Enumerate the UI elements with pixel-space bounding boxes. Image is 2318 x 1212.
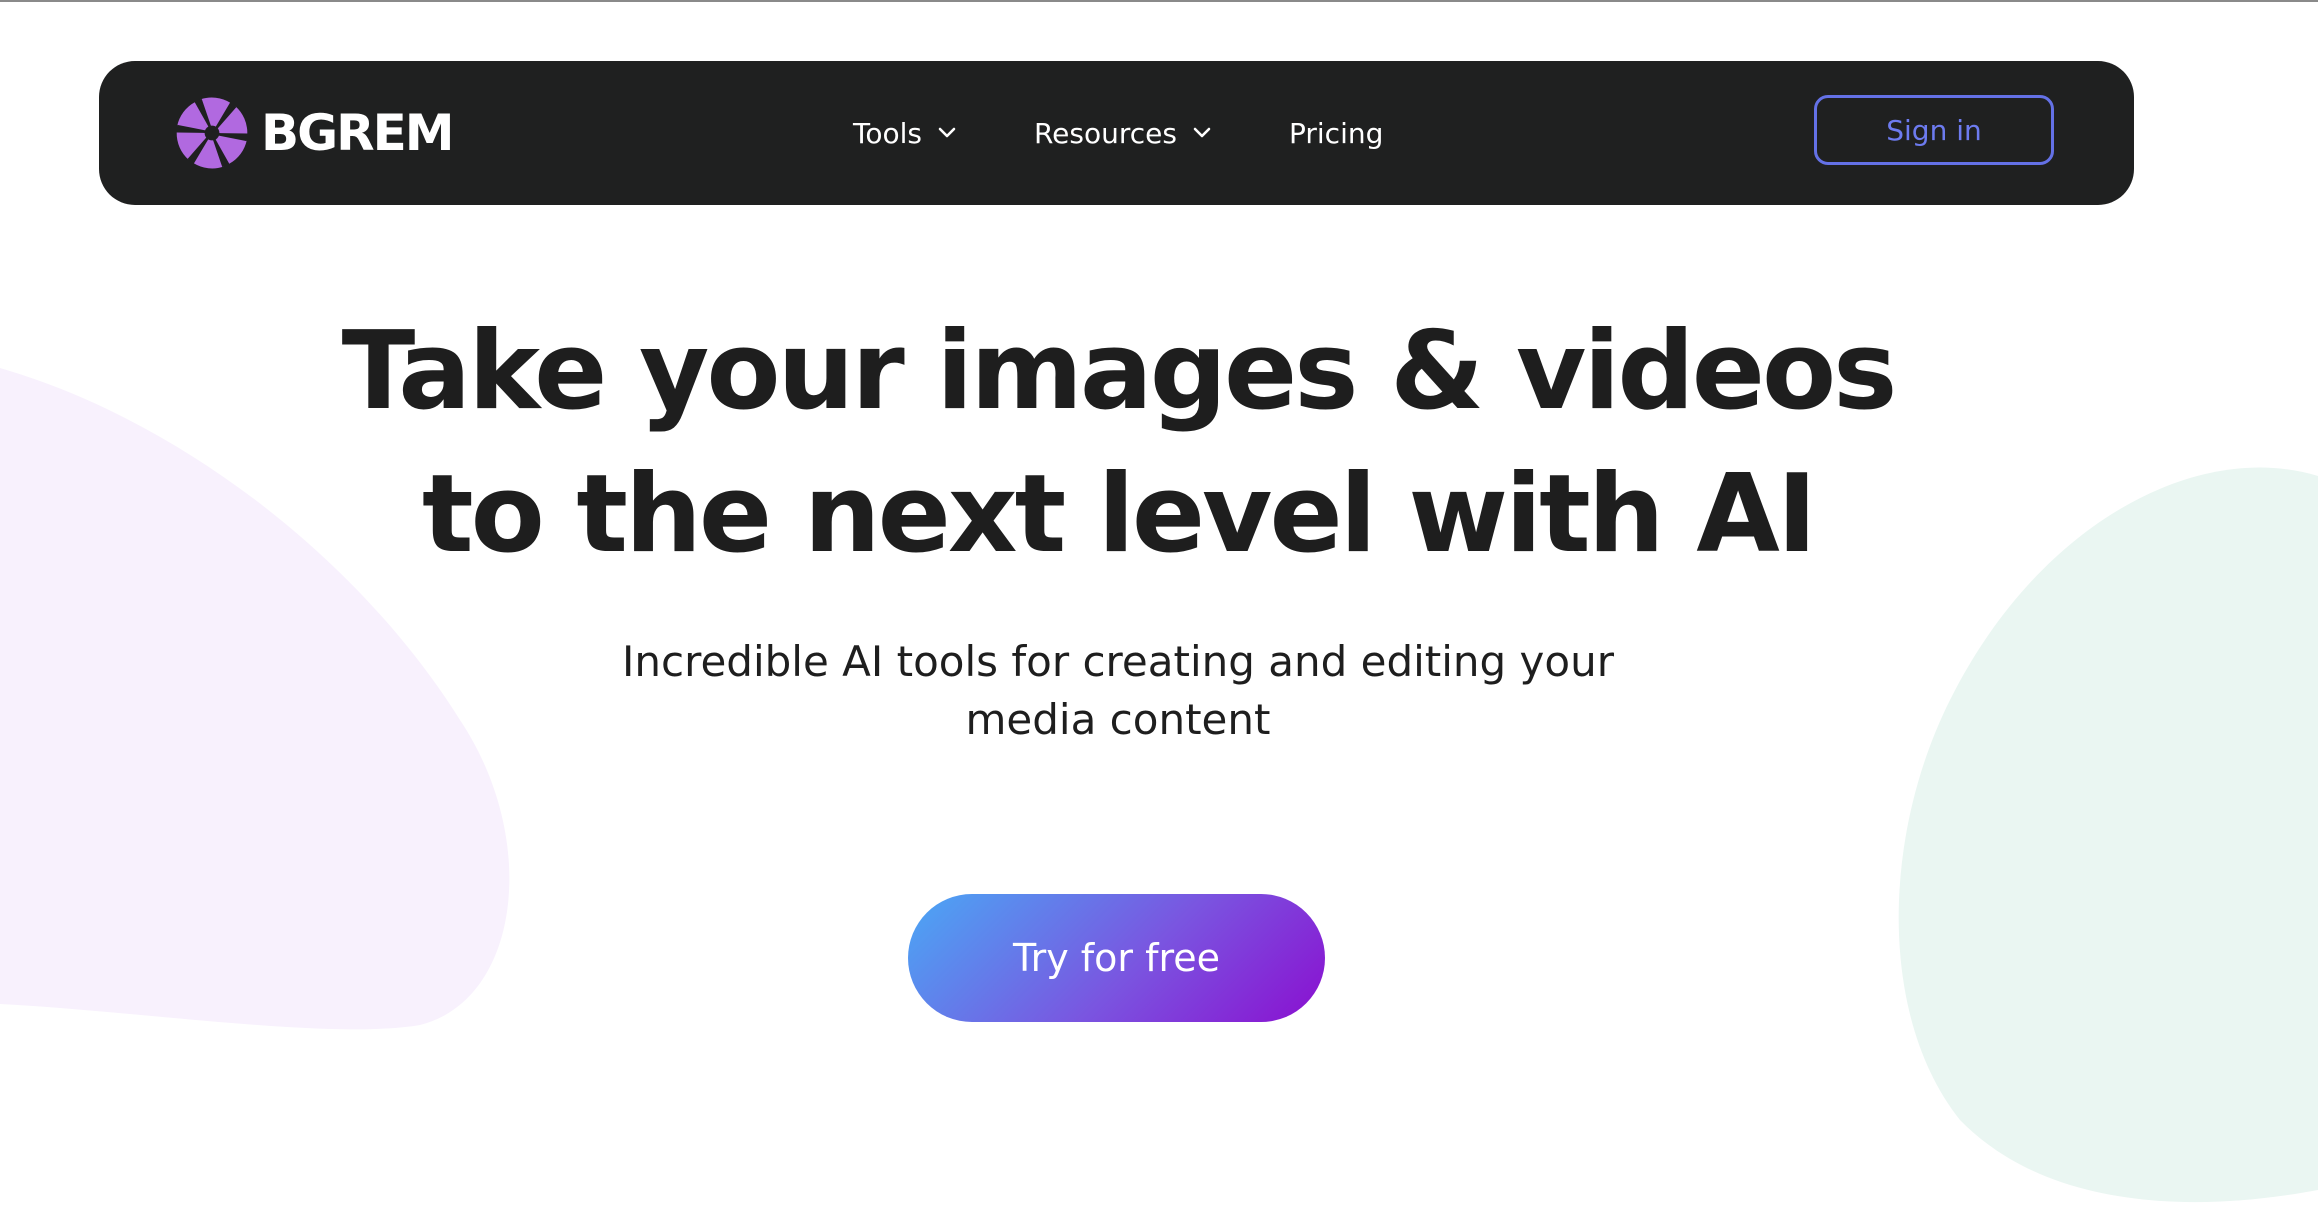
- nav-links: Tools Resources Pricing: [853, 61, 1383, 205]
- landing-page: BGREM Tools Resources Pricing Sign in Ta…: [0, 0, 2318, 1212]
- nav-item-label: Pricing: [1288, 116, 1384, 150]
- nav-item-resources[interactable]: Resources: [1034, 117, 1211, 150]
- sign-in-button[interactable]: Sign in: [1814, 95, 2054, 165]
- hero-subtitle: Incredible AI tools for creating and edi…: [560, 633, 1676, 749]
- chevron-down-icon: [1193, 127, 1211, 138]
- hero-title: Take your images & videos to the next le…: [0, 300, 2236, 586]
- aperture-icon: [176, 97, 248, 169]
- brand-name: BGREM: [261, 104, 455, 162]
- chevron-down-icon: [938, 127, 956, 138]
- try-for-free-button[interactable]: Try for free: [908, 894, 1325, 1022]
- brand-logo[interactable]: BGREM: [171, 91, 455, 175]
- hero-subtitle-line-1: Incredible AI tools for creating and edi…: [622, 637, 1614, 686]
- hero-title-line-2: to the next level with AI: [421, 452, 1817, 577]
- nav-item-tools[interactable]: Tools: [853, 117, 956, 150]
- hero-title-line-1: Take your images & videos: [341, 309, 1898, 434]
- top-navbar: BGREM Tools Resources Pricing Sign in: [99, 61, 2134, 205]
- nav-item-label: Resources: [1033, 116, 1177, 150]
- top-border: [0, 0, 2318, 2]
- nav-item-label: Tools: [853, 116, 922, 150]
- nav-item-pricing[interactable]: Pricing: [1289, 117, 1383, 150]
- hero-subtitle-line-2: media content: [965, 695, 1271, 744]
